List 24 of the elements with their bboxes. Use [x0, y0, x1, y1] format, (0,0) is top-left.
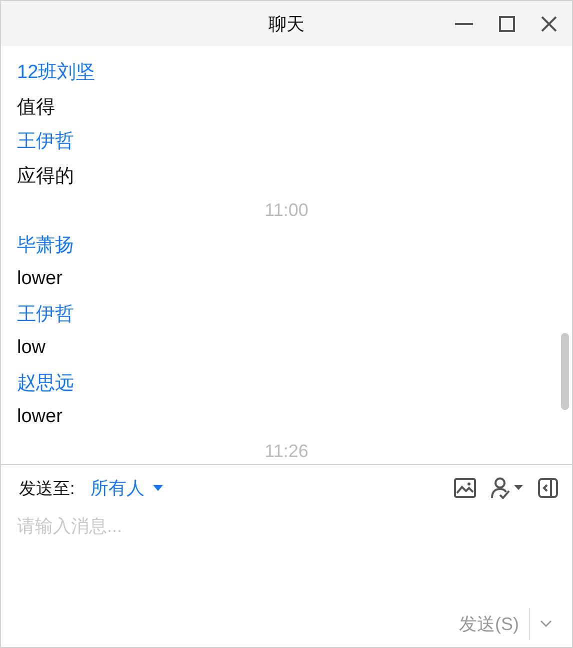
timestamp: 11:26	[264, 441, 308, 462]
send-button[interactable]: 发送(S)	[459, 612, 519, 636]
message-text: low	[17, 337, 46, 360]
send-to-label: 发送至:	[19, 478, 75, 500]
recipient-dropdown[interactable]: 所有人	[90, 476, 163, 500]
caret-icon[interactable]	[152, 485, 163, 491]
chevron-down-icon[interactable]	[540, 620, 552, 628]
scrollbar-thumb[interactable]	[561, 333, 569, 410]
message-text: 应得的	[17, 164, 74, 189]
message-text: lower	[17, 268, 62, 290]
window-title: 聊天	[268, 12, 304, 36]
timestamp: 11:00	[264, 200, 308, 221]
sender-name[interactable]: 毕萧扬	[17, 232, 74, 258]
message-text: 值得	[17, 96, 55, 120]
person-menu-icon[interactable]	[490, 477, 524, 499]
sender-name[interactable]: 12班刘坚	[17, 59, 96, 86]
sender-name[interactable]: 赵思远	[17, 370, 74, 396]
message-text: lower	[17, 406, 62, 428]
maximize-icon[interactable]	[498, 15, 516, 33]
image-icon[interactable]	[454, 478, 476, 498]
sender-name[interactable]: 王伊哲	[17, 128, 74, 154]
close-icon[interactable]	[540, 15, 558, 33]
panel-toggle-icon[interactable]	[538, 478, 558, 498]
sender-name[interactable]: 王伊哲	[17, 300, 74, 327]
